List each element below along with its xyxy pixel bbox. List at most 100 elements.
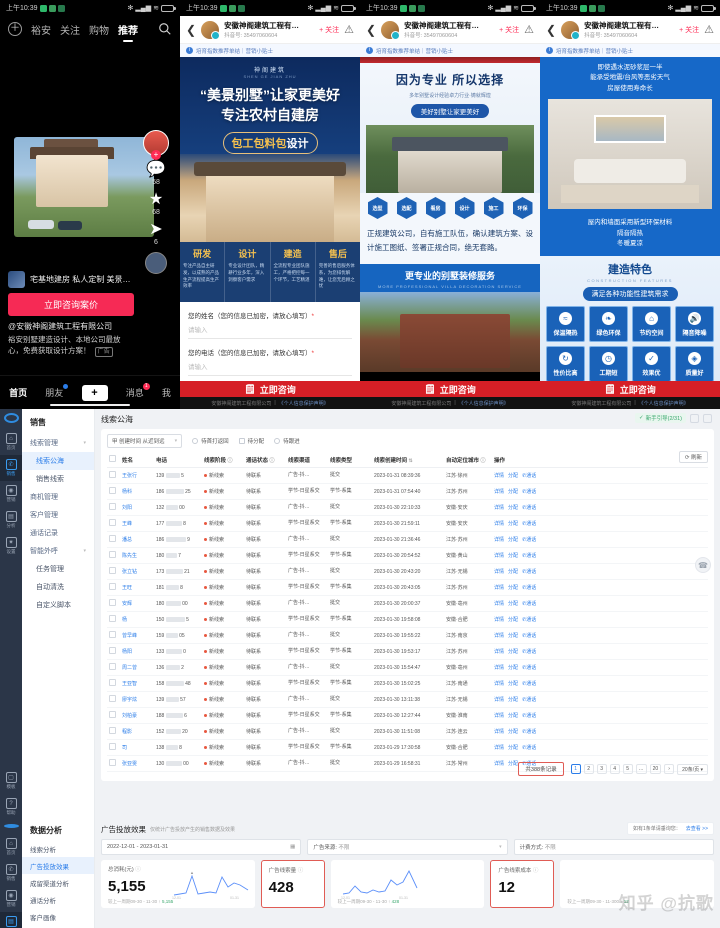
op-detail[interactable]: 详情: [494, 713, 504, 719]
page-5[interactable]: 5: [622, 764, 633, 774]
table-row[interactable]: 王旺 181 8 新线索 待联系 学节-日星系交 学节-系集 2023-01-30 20:4…: [107, 579, 708, 596]
table-row[interactable]: 张立钻 173 21 新线索 待联系 广告-抖… 挺交 2023-01-30 20:43:2…: [107, 563, 708, 580]
pay-method-select[interactable]: 计费方式: 不限: [513, 839, 714, 855]
page-4[interactable]: 4: [609, 764, 620, 774]
op-assign[interactable]: 分配: [508, 505, 518, 511]
op-call[interactable]: ✆通话: [522, 553, 536, 559]
row-checkbox[interactable]: [109, 551, 116, 558]
privacy-link[interactable]: 《个人信息保护声明》: [639, 400, 689, 407]
table-row[interactable]: 杨阳 133 0 新线索 待联系 学节-日星系交 学节-系集 2023-01-30 19:5…: [107, 643, 708, 660]
comment-action[interactable]: 💬 58: [146, 162, 166, 187]
account-handle[interactable]: @安徽神阁建筑工程有限公司: [8, 321, 134, 332]
table-row[interactable]: 曾早峰 159 05 新线索 待联系 广告-抖… 挺交 2023-01-30 19:55:2…: [107, 627, 708, 644]
row-checkbox[interactable]: [109, 599, 116, 606]
lead-name-link[interactable]: 陈先生: [122, 553, 137, 559]
op-assign[interactable]: 分配: [508, 729, 518, 735]
table-row[interactable]: 杨科 186 25 新线索 待联系 学节-日星系交 学节-系集 2023-01-31 07:…: [107, 483, 708, 500]
favorite-action[interactable]: ★ 68: [149, 192, 163, 217]
op-call[interactable]: ✆通话: [522, 505, 536, 511]
op-detail[interactable]: 详情: [494, 489, 504, 495]
row-checkbox[interactable]: [109, 471, 116, 478]
next-page-button[interactable]: ›: [664, 764, 675, 774]
op-assign[interactable]: 分配: [508, 761, 518, 767]
warning-icon[interactable]: ⚠: [344, 23, 354, 36]
sort-select[interactable]: 甲 创建时间 从近到远 ▾: [107, 434, 183, 448]
table-row[interactable]: 廖宇炫 139 57 新线索 待联系 广告-抖… 挺交 2023-01-30 13:11:3…: [107, 691, 708, 708]
rail-item-marketing[interactable]: ◉ 营销: [0, 886, 22, 912]
row-checkbox[interactable]: [109, 567, 116, 574]
tab-home[interactable]: 首页: [9, 386, 27, 399]
page-last[interactable]: 20: [649, 764, 662, 774]
sidebar-item-channel-analysis[interactable]: 成留渠道分析: [22, 874, 94, 891]
row-checkbox[interactable]: [109, 535, 116, 542]
follow-button[interactable]: + 关注: [679, 25, 699, 35]
page-2[interactable]: 2: [583, 764, 594, 774]
consult-button[interactable]: 🗒 立即咨询: [360, 381, 540, 397]
op-assign[interactable]: 分配: [508, 697, 518, 703]
op-assign[interactable]: 分配: [508, 601, 518, 607]
rail-item-home[interactable]: ⌂ 首页: [0, 429, 22, 455]
row-checkbox[interactable]: [109, 615, 116, 622]
row-checkbox[interactable]: [109, 487, 116, 494]
op-assign[interactable]: 分配: [508, 569, 518, 575]
op-detail[interactable]: 详情: [494, 633, 504, 639]
back-arrow-icon[interactable]: ❮: [546, 24, 556, 36]
lead-name-link[interactable]: 杨阳: [122, 649, 132, 655]
row-checkbox[interactable]: [109, 631, 116, 638]
rail-item-analytics[interactable]: ▤分析: [0, 507, 22, 533]
rail-item-templates[interactable]: ▢ 模板: [0, 768, 22, 794]
row-checkbox[interactable]: [109, 663, 116, 670]
op-call[interactable]: ✆通话: [522, 489, 536, 495]
avatar[interactable]: [561, 20, 581, 40]
calendar-icon[interactable]: [703, 413, 712, 423]
row-checkbox[interactable]: [109, 759, 116, 766]
lead-name-link[interactable]: 王峰: [122, 521, 132, 527]
rail-item-sales[interactable]: ✆ 销售: [0, 860, 22, 886]
lead-name-link[interactable]: 廖宇炫: [122, 697, 137, 703]
op-assign[interactable]: 分配: [508, 521, 518, 527]
op-detail[interactable]: 详情: [494, 729, 504, 735]
avatar[interactable]: [201, 20, 221, 40]
tab-yuan[interactable]: 裕安: [31, 22, 51, 37]
date-range-picker[interactable]: 2022-12-01 - 2023-01-31 ▦: [101, 839, 302, 855]
op-call[interactable]: ✆通话: [522, 649, 536, 655]
op-call[interactable]: ✆通话: [522, 681, 536, 687]
page-1[interactable]: 1: [570, 764, 581, 774]
table-row[interactable]: 司 138 8 新线索 待联系 学节-日星系交 学节-系集 2023-01-29 17:30…: [107, 739, 708, 756]
row-checkbox[interactable]: [109, 647, 116, 654]
consult-button[interactable]: 🗒 立即咨询: [540, 381, 720, 397]
location-icon[interactable]: [690, 413, 699, 423]
row-checkbox[interactable]: [109, 583, 116, 590]
table-row[interactable]: 刘阳 132 00 新线索 待联系 广告-抖… 挺交 2023-01-30 22:10:33…: [107, 499, 708, 516]
table-row[interactable]: 王峰 177 8 新线索 待联系 学节-日星系交 学节-系集 2023-01-30 21:5…: [107, 515, 708, 532]
warning-icon[interactable]: ⚠: [524, 23, 534, 36]
tab-friends[interactable]: 朋友: [45, 384, 69, 399]
table-row[interactable]: 陈先生 180 7 新线索 待联系 学节-日星系交 学节-系集 2023-01-30 20:…: [107, 547, 708, 564]
warning-icon[interactable]: ⚠: [704, 23, 714, 36]
sidebar-item-auto-clean[interactable]: 自动清洗: [22, 578, 94, 596]
op-call[interactable]: ✆通话: [522, 713, 536, 719]
sidebar-group-lead-management[interactable]: 线索管理 ▾: [22, 434, 94, 452]
headset-icon[interactable]: ☎: [695, 557, 711, 573]
filter-first-call[interactable]: 待首打返回: [192, 437, 229, 445]
rail-item-settings[interactable]: ✷ 设置: [0, 533, 22, 559]
op-assign[interactable]: 分配: [508, 617, 518, 623]
tab-shop[interactable]: 购物: [89, 22, 109, 37]
op-detail[interactable]: 详情: [494, 585, 504, 591]
lead-name-link[interactable]: 程影: [122, 729, 132, 735]
lead-name-link[interactable]: 周二曾: [122, 665, 137, 671]
row-checkbox[interactable]: [109, 519, 116, 526]
op-detail[interactable]: 详情: [494, 665, 504, 671]
op-assign[interactable]: 分配: [508, 649, 518, 655]
op-detail[interactable]: 详情: [494, 681, 504, 687]
avatar[interactable]: [381, 20, 401, 40]
op-assign[interactable]: 分配: [508, 585, 518, 591]
row-checkbox[interactable]: [109, 503, 116, 510]
lead-name-link[interactable]: 司: [122, 745, 127, 751]
consult-button[interactable]: 立即咨询案价: [8, 293, 134, 317]
op-assign[interactable]: 分配: [508, 681, 518, 687]
op-call[interactable]: ✆通话: [522, 569, 536, 575]
op-detail[interactable]: 详情: [494, 521, 504, 527]
sidebar-group-opportunity[interactable]: 商机管理: [22, 488, 94, 506]
op-assign[interactable]: 分配: [508, 633, 518, 639]
